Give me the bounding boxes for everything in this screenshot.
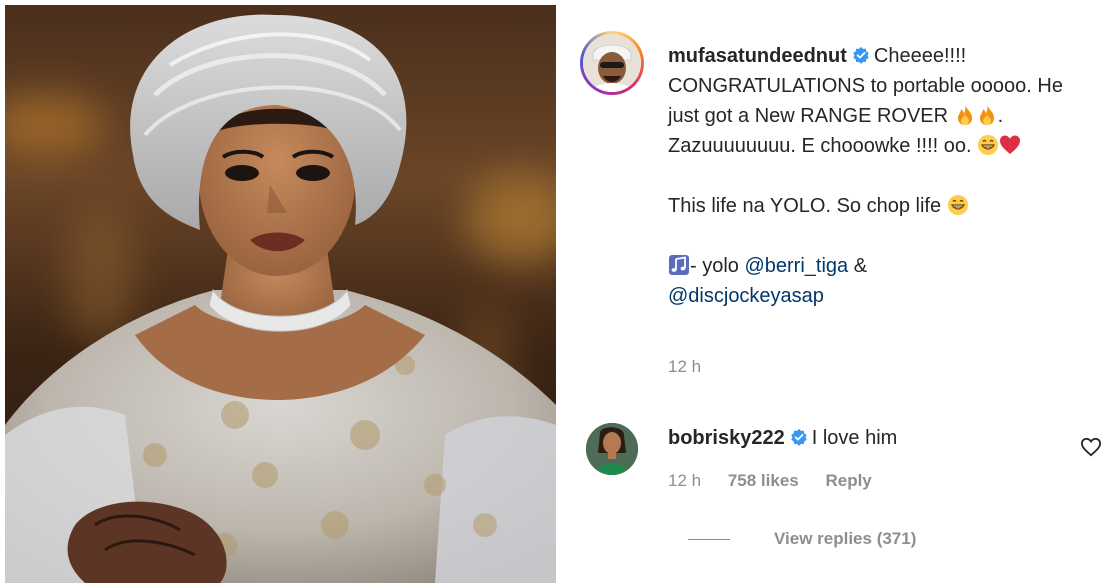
fire-emoji-icon [957,105,972,125]
caption-paragraph-2: This life na YOLO. So chop life [668,195,942,217]
instagram-post: mufasatundeednut Cheeee!!!! CONGRATULATIO… [0,0,1120,588]
reply-button[interactable]: Reply [825,471,871,490]
grinning-emoji-icon [978,135,999,155]
grinning-emoji-icon [947,195,968,215]
post-caption: mufasatundeednut Cheeee!!!! CONGRATULATIO… [668,41,1088,311]
view-replies-button[interactable]: View replies (371) [688,529,916,549]
reply-comment: bobrisky222 I love him [668,427,897,450]
fire-emoji-icon [979,105,994,125]
heart-outline-icon[interactable] [1080,437,1102,457]
audio-label: - yolo [690,255,739,277]
author-portrait [583,34,641,92]
author-avatar[interactable] [580,31,644,95]
author-username[interactable]: mufasatundeednut [668,45,847,67]
red-heart-emoji-icon [1000,135,1021,154]
music-note-icon [669,255,689,275]
commenter-portrait [586,423,638,475]
verified-badge-icon [853,46,869,64]
mention-link[interactable]: @berri_tiga [744,255,848,277]
commenter-avatar[interactable] [586,423,638,475]
comments-panel: mufasatundeednut Cheeee!!!! CONGRATULATIO… [556,5,1120,583]
divider-line [688,539,730,541]
ampersand: & [853,255,868,277]
reply-likes[interactable]: 758 likes [728,471,799,490]
reply-meta: 12 h 758 likes Reply [668,471,894,491]
commenter-username[interactable]: bobrisky222 [668,427,785,449]
mention-link[interactable]: @discjockeyasap [668,285,824,307]
post-timestamp[interactable]: 12 h [668,357,701,377]
portrait-illustration [5,14,556,583]
reply-text: I love him [811,427,898,449]
verified-badge-icon [790,428,807,446]
view-replies-label: View replies (371) [774,529,917,548]
reply-timestamp[interactable]: 12 h [668,471,701,490]
post-photo[interactable] [5,5,556,583]
